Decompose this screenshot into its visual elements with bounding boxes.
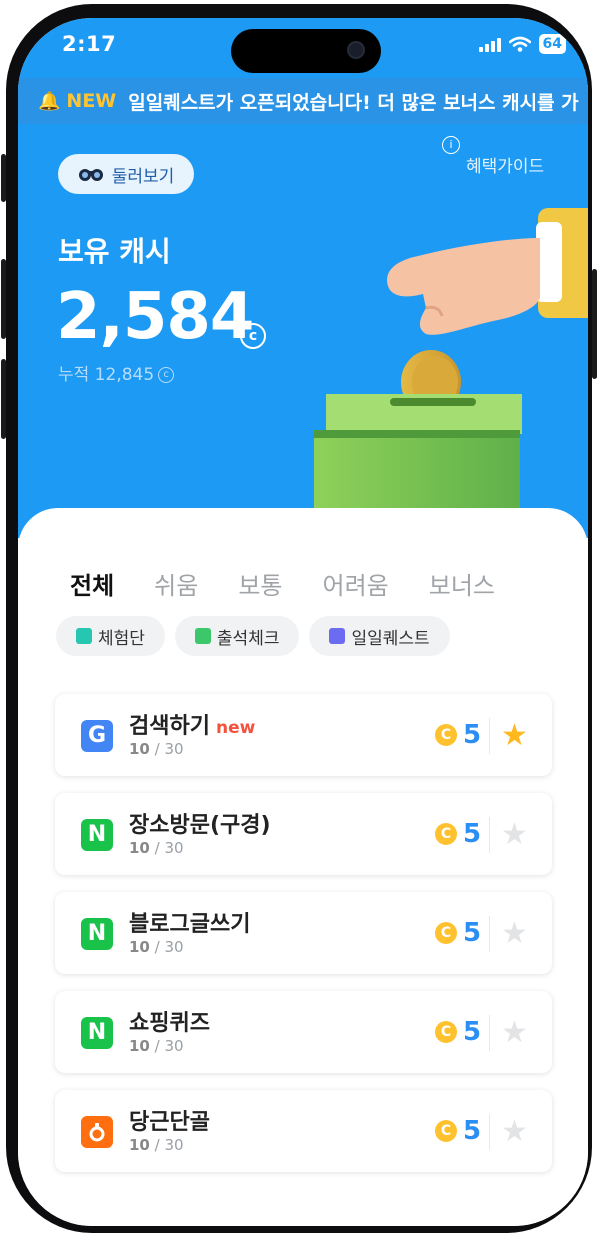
action-button [1,154,6,202]
coin-icon: C [435,922,457,944]
mission-card[interactable]: G 검색하기 new 10 / 30 C 5 ★ [55,694,552,776]
signal-icon [478,36,501,52]
chip-label: 체험단 [98,628,145,649]
ticker-new-tag: NEW [66,90,117,112]
bell-icon: 🔔 [38,90,61,112]
mission-progress: 10 / 30 [129,740,184,758]
naver-logo-icon: N [81,819,113,851]
coin-icon: C [435,1021,457,1043]
reward-amount: 5 [463,918,482,948]
status-time: 2:17 [62,32,117,56]
gift-icon [76,628,92,644]
carrot-icon [89,1123,105,1142]
binoculars-icon [78,169,103,181]
divider [489,916,490,952]
info-icon: i [442,136,460,154]
divider [489,1015,490,1051]
cash-label: 보유 캐시 [58,235,171,268]
coin-box-illustration [314,208,588,538]
cash-hero: 2:17 64 🔔 NEW 일일퀘스트가 오픈되었습니다! 더 많은 보너스 캐… [18,18,588,538]
chip-daily-quest[interactable]: 일일퀘스트 [309,616,450,656]
mission-progress: 10 / 30 [129,1037,184,1055]
reward-amount: 5 [463,720,482,750]
volume-down-button [1,359,6,439]
mission-card[interactable]: 당근단골 10 / 30 C 5 ★ [55,1090,552,1172]
dynamic-island [231,29,381,73]
mission-title: 쇼핑퀴즈 [129,1011,210,1036]
app-screen: 2:17 64 🔔 NEW 일일퀘스트가 오픈되었습니다! 더 많은 보너스 캐… [18,18,588,1226]
mission-title: 검색하기 new [129,714,256,739]
status-icons: 64 [478,34,566,54]
star-icon[interactable]: ★ [501,916,528,952]
coin-icon: C [435,724,457,746]
accumulated-text: 누적 12,845 [58,365,155,385]
ticker-message: 일일퀘스트가 오픈되었습니다! 더 많은 보너스 캐시를 가 [128,91,579,114]
category-chips: 체험단 출석체크 일일퀘스트 [56,616,450,656]
mission-progress: 10 / 30 [129,938,184,956]
mission-progress: 10 / 30 [129,839,184,857]
divider [489,817,490,853]
star-icon[interactable]: ★ [501,718,528,754]
cash-c-icon-small: c [158,367,175,383]
difficulty-tabs: 전체 쉬움 보통 어려움 보너스 [70,566,495,601]
divider [489,718,490,754]
tab-normal[interactable]: 보통 [238,566,282,601]
carrot-logo-icon [81,1116,113,1148]
chip-label: 출석체크 [216,628,280,649]
tab-bonus[interactable]: 보너스 [429,566,495,601]
camera-icon [347,41,365,59]
chip-label: 일일퀘스트 [351,628,430,649]
mission-title: 당근단골 [129,1110,210,1135]
mission-title: 블로그글쓰기 [129,912,251,937]
explore-label: 둘러보기 [111,166,175,187]
new-badge: new [215,718,256,738]
cash-c-icon: c [240,323,266,349]
calendar-icon [194,628,211,644]
tab-easy[interactable]: 쉬움 [154,566,198,601]
power-button [592,269,597,379]
explore-button[interactable]: 둘러보기 [58,154,194,194]
wifi-icon [508,36,531,52]
coin-icon: C [435,823,457,845]
google-logo-icon: G [81,720,113,752]
tab-hard[interactable]: 어려움 [323,566,389,601]
mission-card[interactable]: N 장소방문(구경) 10 / 30 C 5 ★ [55,793,552,875]
phone-frame: 2:17 64 🔔 NEW 일일퀘스트가 오픈되었습니다! 더 많은 보너스 캐… [1,4,597,1233]
reward-amount: 5 [463,819,482,849]
tab-all[interactable]: 전체 [70,566,114,601]
coin-icon: C [435,1120,457,1142]
quest-icon [329,628,346,644]
battery-icon: 64 [538,34,566,54]
divider [489,1114,490,1150]
reward-amount: 5 [463,1116,482,1146]
chip-attendance[interactable]: 출석체크 [174,616,300,656]
star-icon[interactable]: ★ [501,1114,528,1150]
star-icon[interactable]: ★ [501,817,528,853]
chip-experience-group[interactable]: 체험단 [56,616,165,656]
guide-label: 혜택가이드 [466,157,545,177]
naver-logo-icon: N [81,918,113,950]
mission-card[interactable]: N 쇼핑퀴즈 10 / 30 C 5 ★ [55,991,552,1073]
reward-amount: 5 [463,1017,482,1047]
mission-title: 장소방문(구경) [129,813,271,838]
naver-logo-icon: N [81,1017,113,1049]
status-bar: 2:17 64 [18,18,588,74]
star-icon[interactable]: ★ [501,1015,528,1051]
announcement-ticker[interactable]: 🔔 NEW 일일퀘스트가 오픈되었습니다! 더 많은 보너스 캐시를 가 [18,78,588,124]
mission-card[interactable]: N 블로그글쓰기 10 / 30 C 5 ★ [55,892,552,974]
accumulated-cash: 누적 12,845 c [58,360,175,385]
cash-balance: 2,584 [56,280,254,354]
mission-progress: 10 / 30 [129,1136,184,1154]
volume-up-button [1,259,6,339]
